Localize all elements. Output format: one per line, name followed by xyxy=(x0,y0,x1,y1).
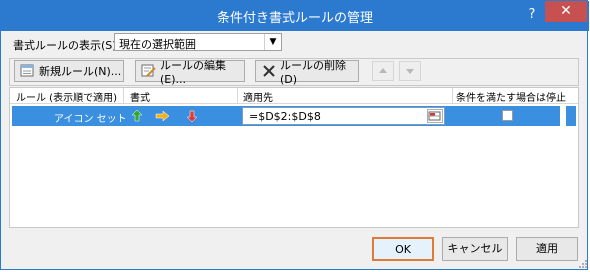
move-down-button[interactable] xyxy=(399,61,421,81)
rule-name: アイコン セット xyxy=(54,114,127,125)
move-up-arrow-icon xyxy=(379,68,387,73)
column-divider xyxy=(452,88,453,103)
delete-x-icon xyxy=(261,64,277,78)
column-divider xyxy=(237,88,238,103)
range-select-button[interactable] xyxy=(427,109,443,123)
apply-button[interactable]: 適用 xyxy=(516,237,578,261)
show-rules-select[interactable]: 現在の選択範囲 ▼ xyxy=(114,33,282,51)
stop-if-true-checkbox[interactable] xyxy=(502,110,513,121)
format-preview xyxy=(131,109,202,126)
move-down-arrow-icon xyxy=(406,69,414,74)
title-bar: 条件付き書式ルールの管理 ? ✕ xyxy=(1,1,589,31)
new-rule-icon xyxy=(20,64,36,78)
column-divider xyxy=(123,88,124,103)
edit-rule-button[interactable]: ルールの編集(E)... xyxy=(135,59,245,86)
edit-rule-icon xyxy=(141,64,157,78)
window-title: 条件付き書式ルールの管理 xyxy=(216,11,373,26)
edit-rule-label: ルールの編集(E)... xyxy=(160,58,226,86)
ok-button[interactable]: OK xyxy=(372,237,434,261)
cancel-button[interactable]: キャンセル xyxy=(442,237,508,261)
chevron-down-icon[interactable]: ▼ xyxy=(264,34,281,50)
column-header-rule: ルール (表示順で適用) xyxy=(16,93,117,104)
column-header-format: 書式 xyxy=(130,93,150,104)
move-up-button[interactable] xyxy=(372,61,394,81)
resize-grip-icon[interactable] xyxy=(579,259,588,268)
applies-to-field[interactable]: =$D$2:$D$8 xyxy=(242,107,445,125)
column-header-applies-to: 適用先 xyxy=(243,93,273,104)
delete-rule-label: ルールの削除(D) xyxy=(280,58,346,86)
show-rules-selected: 現在の選択範囲 xyxy=(119,38,196,51)
delete-rule-button[interactable]: ルールの削除(D) xyxy=(255,59,359,86)
new-rule-button[interactable]: 新規ルール(N)... xyxy=(14,60,124,82)
show-rules-label: 書式ルールの表示(S): xyxy=(13,39,121,52)
applies-to-value: =$D$2:$D$8 xyxy=(249,110,321,123)
green-up-arrow-icon xyxy=(131,109,143,122)
column-header-stop-if-true: 条件を満たす場合は停止 xyxy=(456,93,566,104)
red-down-arrow-icon xyxy=(186,110,198,123)
grid-header: ルール (表示順で適用) 書式 適用先 条件を満たす場合は停止 xyxy=(10,88,578,104)
help-button[interactable]: ? xyxy=(525,7,539,23)
conditional-format-rules-dialog: 条件付き書式ルールの管理 ? ✕ 書式ルールの表示(S): 現在の選択範囲 ▼ … xyxy=(0,0,589,270)
yellow-right-arrow-icon xyxy=(155,110,170,122)
grid-scrollbar[interactable] xyxy=(566,106,576,126)
range-select-icon xyxy=(428,111,441,121)
close-button[interactable]: ✕ xyxy=(545,1,587,22)
rules-grid: ルール (表示順で適用) 書式 適用先 条件を満たす場合は停止 アイコン セット xyxy=(9,87,579,228)
new-rule-label: 新規ルール(N)... xyxy=(39,65,122,78)
